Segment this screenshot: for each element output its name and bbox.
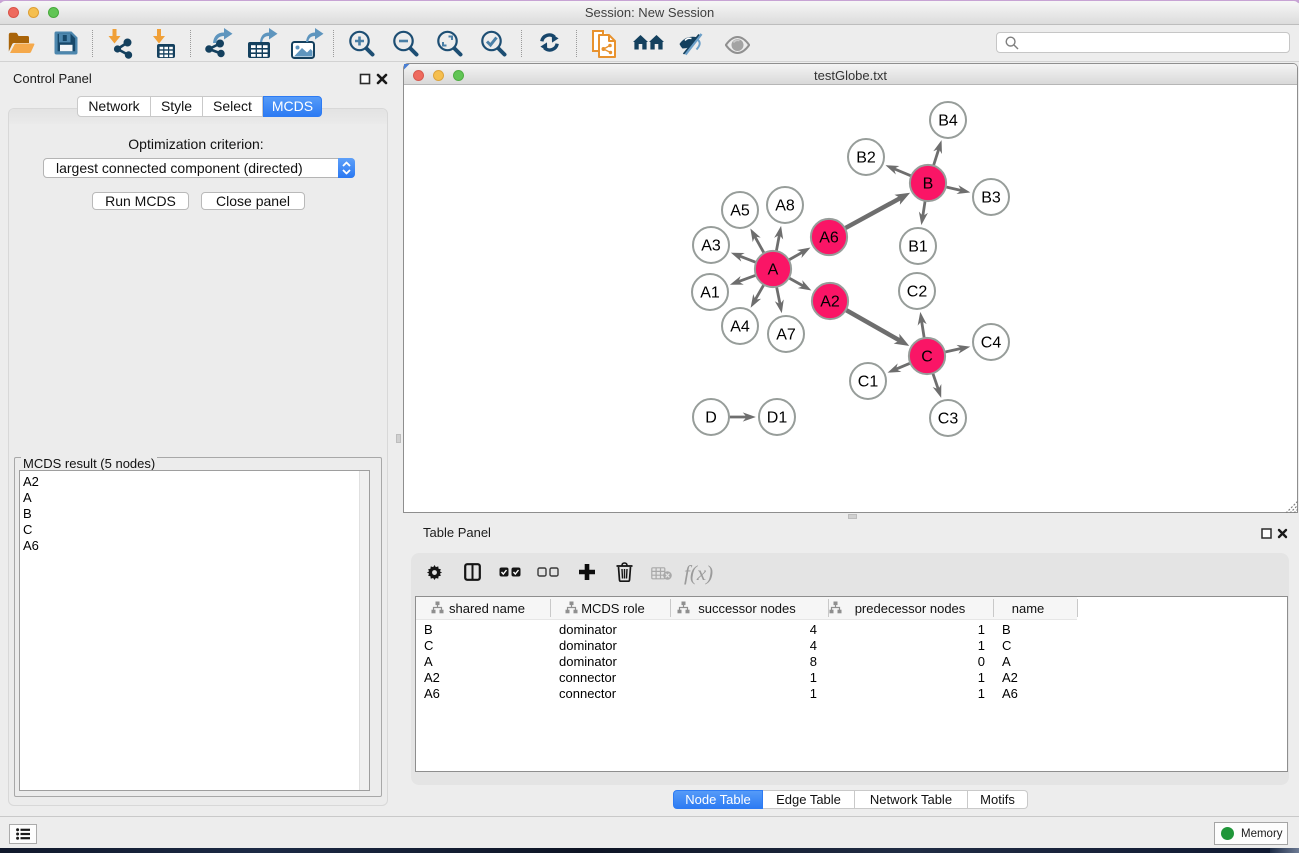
svg-text:C1: C1 (858, 374, 879, 391)
svg-text:D1: D1 (767, 410, 788, 427)
svg-text:D: D (705, 410, 717, 427)
svg-text:A: A (768, 262, 779, 279)
svg-text:A3: A3 (701, 238, 721, 255)
svg-text:B: B (923, 176, 934, 193)
svg-text:A2: A2 (820, 294, 840, 311)
svg-text:A1: A1 (700, 285, 720, 302)
svg-text:B1: B1 (908, 239, 928, 256)
svg-text:B4: B4 (938, 113, 958, 130)
svg-text:A8: A8 (775, 198, 795, 215)
svg-text:A4: A4 (730, 319, 750, 336)
svg-text:C: C (921, 349, 933, 366)
svg-text:B2: B2 (856, 150, 876, 167)
svg-text:A7: A7 (776, 327, 796, 344)
svg-text:A5: A5 (730, 203, 750, 220)
svg-text:C3: C3 (938, 411, 959, 428)
svg-text:A6: A6 (819, 230, 839, 247)
svg-text:B3: B3 (981, 190, 1001, 207)
svg-text:C2: C2 (907, 284, 928, 301)
svg-text:C4: C4 (981, 335, 1002, 352)
